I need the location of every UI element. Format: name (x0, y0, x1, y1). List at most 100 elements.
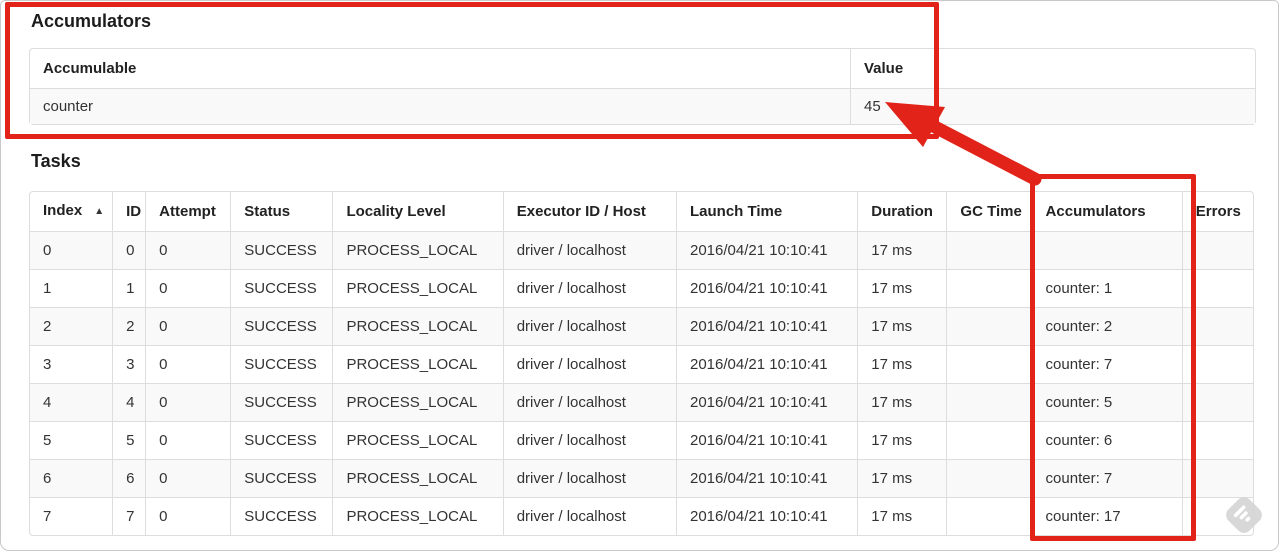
sort-ascending-icon: ▲ (94, 206, 105, 217)
cell-launch-time: 2016/04/21 10:10:41 (676, 421, 858, 459)
cell-duration: 17 ms (857, 345, 947, 383)
cell-value: 45 (850, 88, 1255, 124)
column-header-attempt[interactable]: Attempt (145, 192, 230, 231)
table-row: 1 1 0 SUCCESS PROCESS_LOCAL driver / localhos… (30, 269, 1253, 307)
cell-gc-time (946, 421, 1032, 459)
cell-attempt: 0 (145, 231, 231, 269)
cell-errors (1181, 345, 1253, 383)
cell-status: SUCCESS (230, 231, 333, 269)
cell-executor-id-host: driver / localhost (502, 421, 676, 459)
cell-errors (1181, 421, 1253, 459)
column-header-status[interactable]: Status (230, 192, 332, 231)
column-header-label: GC Time (960, 203, 1022, 220)
cell-launch-time: 2016/04/21 10:10:41 (676, 459, 858, 497)
cell-accumulators: counter: 1 (1031, 269, 1182, 307)
table-row: 6 6 0 SUCCESS PROCESS_LOCAL driver / localhos… (30, 459, 1253, 497)
table-row: 0 0 0 SUCCESS PROCESS_LOCAL driver / localhos… (30, 231, 1253, 269)
cell-id: 3 (112, 345, 146, 383)
tasks-table: Index ▲ ID Attempt Status Locality Level Execu… (29, 191, 1254, 536)
cell-attempt: 0 (145, 459, 231, 497)
column-header-label: Status (244, 203, 291, 220)
column-header-duration[interactable]: Duration (857, 192, 946, 231)
accumulators-table: Accumulable Value counter 45 (29, 48, 1256, 125)
column-header-label: Locality Level (346, 203, 446, 220)
cell-locality-level: PROCESS_LOCAL (332, 345, 503, 383)
cell-status: SUCCESS (230, 421, 333, 459)
cell-gc-time (946, 497, 1032, 535)
cell-id: 2 (112, 307, 146, 345)
column-header-label: Value (864, 60, 904, 77)
tasks-table-header-row: Index ▲ ID Attempt Status Locality Level Execu… (30, 192, 1253, 231)
cell-index: 6 (30, 459, 113, 497)
cell-accumulators: counter: 7 (1031, 345, 1182, 383)
cell-attempt: 0 (145, 345, 231, 383)
cell-locality-level: PROCESS_LOCAL (332, 307, 503, 345)
cell-executor-id-host: driver / localhost (502, 231, 676, 269)
tasks-section-title: Tasks (31, 151, 81, 171)
cell-index: 0 (30, 231, 113, 269)
table-row: 7 7 0 SUCCESS PROCESS_LOCAL driver / localhos… (30, 497, 1253, 535)
column-header-label: Index (43, 202, 83, 219)
cell-launch-time: 2016/04/21 10:10:41 (676, 345, 858, 383)
cell-accumulators: counter: 2 (1031, 307, 1182, 345)
cell-status: SUCCESS (230, 345, 333, 383)
cell-locality-level: PROCESS_LOCAL (332, 269, 503, 307)
cell-accumulators: counter: 17 (1031, 497, 1182, 535)
column-header-label: Accumulators (1045, 203, 1146, 220)
cell-locality-level: PROCESS_LOCAL (332, 497, 503, 535)
column-header-label: Accumulable (43, 60, 137, 77)
cell-executor-id-host: driver / localhost (502, 307, 676, 345)
column-header-launch-time[interactable]: Launch Time (676, 192, 857, 231)
column-header-executor-id-host[interactable]: Executor ID / Host (502, 192, 676, 231)
cell-errors (1181, 269, 1253, 307)
table-row: counter 45 (30, 88, 1255, 124)
column-header-value[interactable]: Value (850, 49, 1255, 88)
column-header-id[interactable]: ID (112, 192, 145, 231)
column-header-locality-level[interactable]: Locality Level (332, 192, 502, 231)
column-header-errors[interactable]: Errors (1181, 192, 1253, 231)
column-header-label: Attempt (159, 203, 216, 220)
cell-id: 4 (112, 383, 146, 421)
cell-index: 5 (30, 421, 113, 459)
cell-gc-time (946, 345, 1032, 383)
cell-launch-time: 2016/04/21 10:10:41 (676, 231, 858, 269)
column-header-label: Duration (871, 203, 933, 220)
column-header-accumulable[interactable]: Accumulable (30, 49, 850, 88)
cell-errors (1181, 231, 1253, 269)
column-header-label: ID (126, 203, 142, 220)
cell-executor-id-host: driver / localhost (502, 345, 676, 383)
cell-executor-id-host: driver / localhost (502, 459, 676, 497)
table-row: 3 3 0 SUCCESS PROCESS_LOCAL driver / localhos… (30, 345, 1253, 383)
cell-launch-time: 2016/04/21 10:10:41 (676, 383, 858, 421)
cell-index: 4 (30, 383, 113, 421)
column-header-gc-time[interactable]: GC Time (946, 192, 1031, 231)
cell-errors (1181, 383, 1253, 421)
cell-id: 1 (112, 269, 146, 307)
cell-index: 3 (30, 345, 113, 383)
cell-gc-time (946, 269, 1032, 307)
spark-ui-stage-page: Accumulators Accumulable Value counter 45 … (0, 0, 1279, 551)
cell-executor-id-host: driver / localhost (502, 383, 676, 421)
accumulators-table-header-row: Accumulable Value (30, 49, 1255, 88)
cell-accumulators: counter: 7 (1031, 459, 1182, 497)
cell-duration: 17 ms (857, 269, 947, 307)
cell-executor-id-host: driver / localhost (502, 269, 676, 307)
cell-accumulators: counter: 5 (1031, 383, 1182, 421)
cell-duration: 17 ms (857, 231, 947, 269)
cell-duration: 17 ms (857, 459, 947, 497)
cell-accumulators: counter: 6 (1031, 421, 1182, 459)
cell-launch-time: 2016/04/21 10:10:41 (676, 497, 858, 535)
cell-errors (1181, 307, 1253, 345)
cell-accumulable: counter (30, 88, 850, 124)
column-header-label: Executor ID / Host (516, 203, 646, 220)
cell-launch-time: 2016/04/21 10:10:41 (676, 269, 858, 307)
table-row: 2 2 0 SUCCESS PROCESS_LOCAL driver / localhos… (30, 307, 1253, 345)
column-header-index[interactable]: Index ▲ (30, 192, 112, 231)
cell-accumulators (1031, 231, 1182, 269)
column-header-accumulators[interactable]: Accumulators (1031, 192, 1182, 231)
cell-attempt: 0 (145, 307, 231, 345)
cell-duration: 17 ms (857, 307, 947, 345)
cell-gc-time (946, 307, 1032, 345)
cell-gc-time (946, 459, 1032, 497)
cell-attempt: 0 (145, 383, 231, 421)
